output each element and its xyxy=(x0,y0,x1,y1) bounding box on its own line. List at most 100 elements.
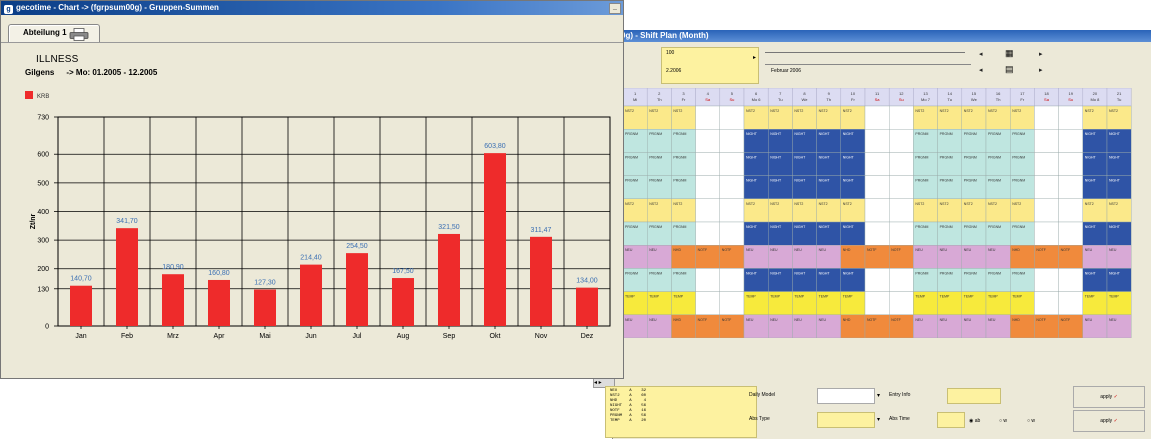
shift-code: NST2 xyxy=(794,109,803,113)
printer-icon[interactable] xyxy=(69,28,89,41)
shift-code: NOTF xyxy=(867,248,877,252)
shift-code: NIGHT xyxy=(819,155,831,159)
day-number: 20 xyxy=(1093,91,1098,96)
radio-option-2[interactable]: ○ w xyxy=(999,418,1007,424)
shift-code: NST2 xyxy=(770,202,779,206)
month-label: Februar 2006 xyxy=(765,64,971,78)
shift-code: PRGNM xyxy=(988,132,1001,136)
shift-cell xyxy=(695,129,720,153)
minimize-button[interactable]: _ xyxy=(609,3,621,14)
shift-cell xyxy=(695,221,720,246)
shift-code: NOTF xyxy=(891,318,901,322)
entry-info-label: Entry Info xyxy=(889,392,911,398)
shift-code: NIGHT xyxy=(746,155,758,159)
shift-code: NEU xyxy=(1085,318,1093,322)
shift-code: NEU xyxy=(625,318,633,322)
shift-code: PRGNM xyxy=(625,271,638,275)
shift-code: PRGNM xyxy=(940,271,953,275)
shift-code: PRGNM xyxy=(1012,271,1025,275)
shift-code: NHD xyxy=(1012,248,1020,252)
shift-code: PRGNM xyxy=(625,225,638,229)
selector-line-2: 2.2006 xyxy=(666,68,682,74)
shift-code: NST2 xyxy=(843,109,852,113)
shift-code: PRGNM xyxy=(673,225,686,229)
x-tick-label: Jun xyxy=(305,333,316,340)
bar xyxy=(70,285,92,326)
shift-cell xyxy=(1058,105,1084,130)
apply-button-1[interactable]: apply ✓ xyxy=(1073,386,1145,408)
shift-summary-list: NEU A 32 NST2 A 60 NHD A 4 NIGHT A 56 NO… xyxy=(605,386,757,438)
selector-arrow-icon[interactable]: ▸ xyxy=(753,54,756,61)
bar xyxy=(438,233,460,326)
shift-code: PRGNM xyxy=(649,155,662,159)
shift-code: NIGHT xyxy=(794,225,806,229)
weekday-label: Su xyxy=(899,97,904,102)
apply-button-1-label: apply xyxy=(1100,394,1113,400)
bar xyxy=(254,289,276,326)
shift-code: NIGHT xyxy=(770,155,782,159)
weekday-label: Sa xyxy=(705,97,711,102)
chart-window-title-bar[interactable]: g gecotime - Chart -> (fgrpsum00g) - Grup… xyxy=(1,1,623,15)
prev-arrow-icon[interactable]: ◂ xyxy=(979,50,983,58)
shift-cell xyxy=(864,291,890,316)
bar xyxy=(392,278,414,326)
shift-code: NST2 xyxy=(1012,202,1021,206)
weekday-label: Fr xyxy=(682,97,686,102)
shift-code: NIGHT xyxy=(843,132,855,136)
shift-cell xyxy=(889,175,914,199)
shift-cell xyxy=(695,105,720,130)
shift-code: NST2 xyxy=(819,202,828,206)
abs-type-label: Abs Type xyxy=(749,416,770,422)
shift-code: NST2 xyxy=(625,109,634,113)
shift-code: TEMP xyxy=(746,295,756,299)
shift-code: NEU xyxy=(1085,248,1093,252)
shift-code: NIGHT xyxy=(843,155,855,159)
shift-code: NIGHT xyxy=(794,271,806,275)
shift-code: NST2 xyxy=(819,109,828,113)
shift-code: NIGHT xyxy=(1085,132,1097,136)
apply-button-2[interactable]: apply ✓ xyxy=(1073,410,1145,432)
weekday-label: Tu xyxy=(947,97,952,102)
radio-option-1[interactable]: ◉ ab xyxy=(969,418,980,424)
shift-code: NEU xyxy=(988,248,996,252)
tab-abteilung-1[interactable]: Abteilung 1 xyxy=(8,24,100,44)
bar xyxy=(576,287,598,326)
entry-info-field[interactable] xyxy=(947,388,1001,404)
shift-cell xyxy=(1058,152,1084,176)
shift-code: NST2 xyxy=(1012,109,1021,113)
abs-type-select[interactable] xyxy=(817,412,875,428)
radio-option-3-label: w xyxy=(1031,418,1036,424)
shift-code: NST2 xyxy=(649,202,658,206)
shift-code: NHD xyxy=(1012,318,1020,322)
shift-cell xyxy=(864,152,890,176)
shift-plan-selector[interactable]: 100 2.2006 ▸ xyxy=(661,47,759,84)
shift-cell xyxy=(719,291,745,316)
shift-cell xyxy=(1058,198,1084,223)
shift-cell xyxy=(695,291,720,316)
shift-code: PRGNM xyxy=(988,179,1001,183)
shift-code: PRGNM xyxy=(673,179,686,183)
next-arrow-icon[interactable]: ▸ xyxy=(1039,50,1043,58)
grid-icon[interactable]: ▦ xyxy=(1005,48,1014,59)
radio-option-1-label: ab xyxy=(974,418,981,424)
calendar-icon[interactable]: ▤ xyxy=(1005,64,1014,75)
radio-option-2-label: w xyxy=(1003,418,1008,424)
dropdown-arrow-icon[interactable]: ▾ xyxy=(877,392,880,399)
daily-model-select[interactable] xyxy=(817,388,875,404)
shift-code: NST2 xyxy=(1109,109,1118,113)
x-tick-label: Sep xyxy=(443,333,456,340)
shift-code: TEMP xyxy=(770,295,780,299)
shift-code: NHD xyxy=(673,318,681,322)
shift-cell xyxy=(889,152,914,176)
shift-code: NEU xyxy=(770,248,778,252)
shift-cell xyxy=(864,129,890,153)
shift-code: NEU xyxy=(964,248,972,252)
shift-code: PRGNM xyxy=(940,132,953,136)
prev-arrow-icon[interactable]: ◂ xyxy=(979,66,983,74)
apply-button-2-label: apply xyxy=(1100,418,1113,424)
next-arrow-icon[interactable]: ▸ xyxy=(1039,66,1043,74)
radio-option-3[interactable]: ○ w xyxy=(1027,418,1035,424)
abs-time-field[interactable] xyxy=(937,412,965,428)
dropdown-arrow-icon[interactable]: ▾ xyxy=(877,416,880,423)
shift-code: PRGNM xyxy=(915,155,928,159)
